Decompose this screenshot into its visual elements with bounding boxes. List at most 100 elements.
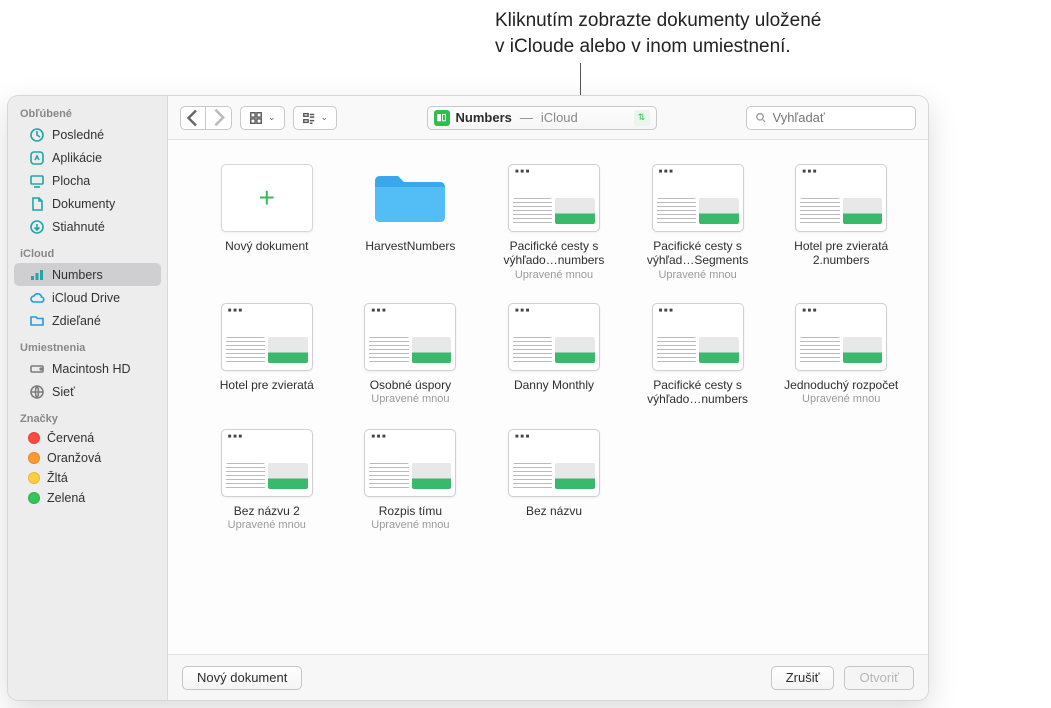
file-item[interactable]: ■ ■ ■ Danny Monthly bbox=[485, 303, 623, 407]
sidebar-item[interactable]: Numbers bbox=[14, 263, 161, 286]
sidebar-item-label: Posledné bbox=[52, 128, 151, 142]
tag-dot-icon bbox=[28, 432, 40, 444]
sidebar-item[interactable]: Dokumenty bbox=[14, 192, 161, 215]
callout-line2: v iCloude alebo v inom umiestnení. bbox=[495, 34, 821, 60]
doc-icon bbox=[28, 195, 45, 212]
back-button[interactable] bbox=[180, 106, 206, 130]
callout-line1: Kliknutím zobrazte dokumenty uložené bbox=[495, 8, 821, 34]
sidebar-item[interactable]: Aplikácie bbox=[14, 146, 161, 169]
network-icon bbox=[28, 383, 45, 400]
view-mode-button[interactable]: ⌄ bbox=[240, 106, 285, 130]
file-name: Hotel pre zvieratá bbox=[220, 378, 314, 392]
file-meta: Upravené mnou bbox=[515, 269, 593, 281]
sidebar-item[interactable]: Macintosh HD bbox=[14, 357, 161, 380]
sidebar-item-label: Zelená bbox=[47, 491, 151, 505]
file-item[interactable]: ■ ■ ■ Pacifické cesty s výhľado…numbersUp… bbox=[485, 164, 623, 281]
file-name: Nový dokument bbox=[225, 239, 308, 253]
sidebar-item[interactable]: Stiahnuté bbox=[14, 215, 161, 238]
file-name: Jednoduchý rozpočet bbox=[784, 378, 898, 392]
sidebar-item-label: Stiahnuté bbox=[52, 220, 151, 234]
file-meta: Upravené mnou bbox=[371, 393, 449, 405]
tag-dot-icon bbox=[28, 472, 40, 484]
file-item[interactable]: ■ ■ ■ Hotel pre zvieratá bbox=[198, 303, 336, 407]
download-icon bbox=[28, 218, 45, 235]
content-pane: ⌄ ⌄ ▮▯ Numbers — iCloud ⇅ + Nový dokument… bbox=[168, 96, 928, 700]
file-thumbnail: ■ ■ ■ bbox=[221, 429, 313, 497]
sidebar: Obľúbené Posledné Aplikácie Plocha Dokumenty… bbox=[8, 96, 168, 700]
open-button[interactable]: Otvoriť bbox=[844, 666, 914, 690]
sidebar-item-label: Numbers bbox=[52, 268, 151, 282]
bottom-bar: Nový dokument Zrušiť Otvoriť bbox=[168, 654, 928, 700]
file-item[interactable]: ■ ■ ■ Hotel pre zvieratá 2.numbers bbox=[772, 164, 910, 281]
up-down-chevron-icon: ⇅ bbox=[634, 110, 650, 126]
sidebar-item-label: Červená bbox=[47, 431, 151, 445]
sidebar-item[interactable]: Oranžová bbox=[14, 448, 161, 468]
tag-dot-icon bbox=[28, 492, 40, 504]
sidebar-header: Umiestnenia bbox=[8, 338, 167, 357]
sidebar-header: iCloud bbox=[8, 244, 167, 263]
file-thumbnail: ■ ■ ■ bbox=[652, 164, 744, 232]
file-thumbnail: ■ ■ ■ bbox=[508, 303, 600, 371]
file-item[interactable]: ■ ■ ■Bez názvu 2Upravené mnou bbox=[198, 429, 336, 531]
file-item[interactable]: ■ ■ ■Pacifické cesty s výhľad…SegmentsUp… bbox=[629, 164, 767, 281]
file-item[interactable]: ■ ■ ■Pacifické cesty s výhľado…numbers bbox=[629, 303, 767, 407]
sidebar-item[interactable]: Plocha bbox=[14, 169, 161, 192]
file-thumbnail: ■ ■ ■ bbox=[221, 303, 313, 371]
plus-icon: + bbox=[259, 182, 275, 214]
sidebar-item-label: Zdieľané bbox=[52, 314, 151, 328]
location-sub: iCloud bbox=[541, 110, 578, 125]
location-app-name: Numbers bbox=[456, 110, 512, 125]
search-input[interactable] bbox=[773, 110, 908, 125]
file-item[interactable]: ■ ■ ■Osobné úsporyUpravené mnou bbox=[342, 303, 480, 407]
sidebar-item[interactable]: Zelená bbox=[14, 488, 161, 508]
numbers-icon bbox=[28, 266, 45, 283]
sidebar-item-label: Aplikácie bbox=[52, 151, 151, 165]
file-meta: Upravené mnou bbox=[228, 519, 306, 531]
file-item[interactable]: HarvestNumbers bbox=[342, 164, 480, 281]
file-thumbnail: ■ ■ ■ bbox=[795, 164, 887, 232]
file-thumbnail: ■ ■ ■ bbox=[508, 164, 600, 232]
location-popup[interactable]: ▮▯ Numbers — iCloud ⇅ bbox=[427, 106, 657, 130]
clock-icon bbox=[28, 126, 45, 143]
sidebar-item[interactable]: Zdieľané bbox=[14, 309, 161, 332]
file-item[interactable]: ■ ■ ■Bez názvu bbox=[485, 429, 623, 531]
sidebar-item-label: Dokumenty bbox=[52, 197, 151, 211]
sidebar-item[interactable]: iCloud Drive bbox=[14, 286, 161, 309]
file-item[interactable]: + Nový dokument bbox=[198, 164, 336, 281]
search-field[interactable] bbox=[746, 106, 916, 130]
group-by-button[interactable]: ⌄ bbox=[293, 106, 338, 130]
search-icon bbox=[755, 111, 767, 124]
location-separator: — bbox=[520, 110, 533, 125]
sidebar-item[interactable]: Sieť bbox=[14, 380, 161, 403]
cancel-button[interactable]: Zrušiť bbox=[771, 666, 835, 690]
sidebar-item-label: Oranžová bbox=[47, 451, 151, 465]
file-name: Hotel pre zvieratá 2.numbers bbox=[777, 239, 905, 268]
sidebar-header: Značky bbox=[8, 409, 167, 428]
open-dialog-window: Obľúbené Posledné Aplikácie Plocha Dokumenty… bbox=[8, 96, 928, 700]
file-item[interactable]: ■ ■ ■Rozpis tímuUpravené mnou bbox=[342, 429, 480, 531]
sidebar-item[interactable]: Červená bbox=[14, 428, 161, 448]
file-name: Pacifické cesty s výhľado…numbers bbox=[634, 378, 762, 407]
callout-text: Kliknutím zobrazte dokumenty uložené v i… bbox=[495, 8, 821, 59]
chevron-down-icon: ⌄ bbox=[268, 112, 276, 123]
file-name: Danny Monthly bbox=[514, 378, 594, 392]
new-document-button[interactable]: Nový dokument bbox=[182, 666, 302, 690]
file-item[interactable]: ■ ■ ■Jednoduchý rozpočetUpravené mnou bbox=[772, 303, 910, 407]
file-name: HarvestNumbers bbox=[365, 239, 455, 253]
sidebar-header: Obľúbené bbox=[8, 104, 167, 123]
file-thumbnail: + bbox=[221, 164, 313, 232]
toolbar: ⌄ ⌄ ▮▯ Numbers — iCloud ⇅ bbox=[168, 96, 928, 140]
file-thumbnail: ■ ■ ■ bbox=[364, 429, 456, 497]
sidebar-item-label: Žltá bbox=[47, 471, 151, 485]
forward-button[interactable] bbox=[206, 106, 232, 130]
file-meta: Upravené mnou bbox=[802, 393, 880, 405]
nav-buttons bbox=[180, 106, 232, 130]
numbers-app-icon: ▮▯ bbox=[434, 110, 450, 126]
desktop-icon bbox=[28, 172, 45, 189]
file-name: Pacifické cesty s výhľado…numbers bbox=[490, 239, 618, 268]
sidebar-item[interactable]: Posledné bbox=[14, 123, 161, 146]
sidebar-item-label: iCloud Drive bbox=[52, 291, 151, 305]
file-thumbnail bbox=[364, 164, 456, 232]
sidebar-item-label: Plocha bbox=[52, 174, 151, 188]
sidebar-item[interactable]: Žltá bbox=[14, 468, 161, 488]
